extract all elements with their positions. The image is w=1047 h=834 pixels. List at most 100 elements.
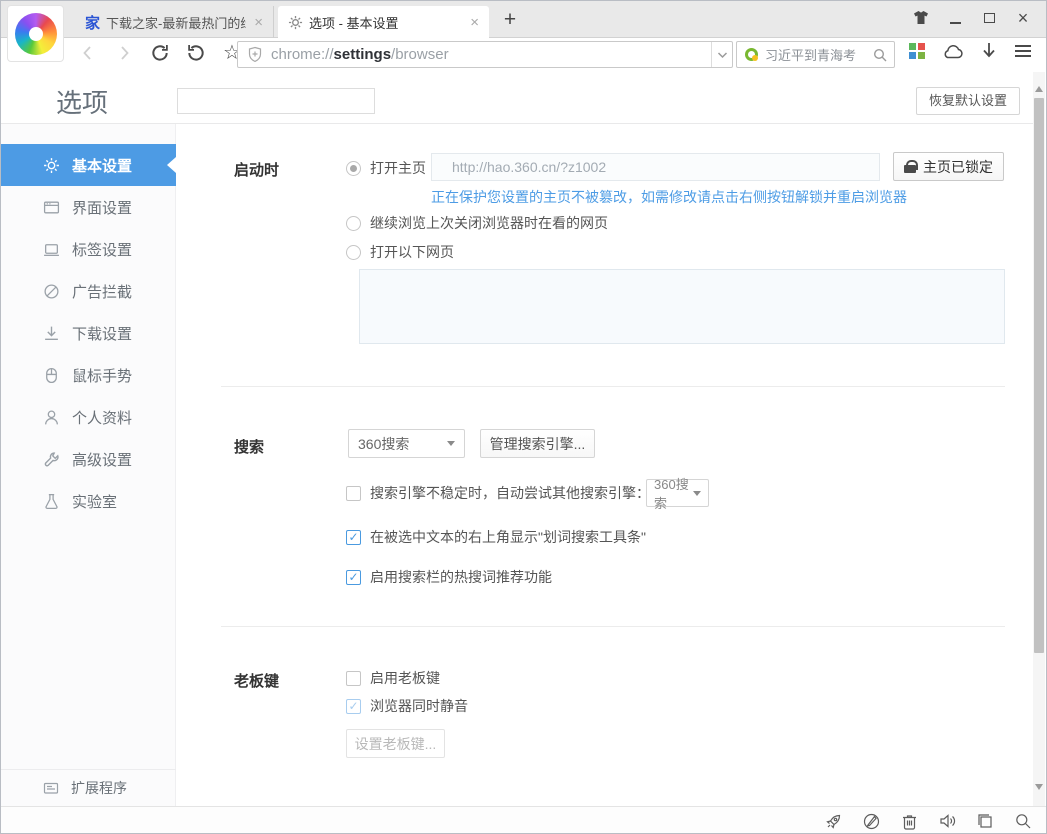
sidebar-item-mouse[interactable]: 鼠标手势 [1,354,176,396]
zoom-icon[interactable] [1014,812,1032,830]
homepage-url-input[interactable] [431,153,880,181]
tab-downza[interactable]: 家 下载之家-最新最热门的绿色软件 × [75,6,274,38]
radio-icon[interactable] [346,245,361,260]
section-divider [221,386,1005,387]
undo-icon[interactable] [185,42,207,64]
tab-close-icon[interactable]: × [252,14,265,31]
download-icon[interactable] [981,42,997,60]
checkbox-selection-toolbar[interactable]: ✓ 在被选中文本的右上角显示"划词搜索工具条" [346,526,646,548]
url-dropdown-icon[interactable] [711,42,732,67]
tab-close-icon[interactable]: × [468,14,481,31]
speaker-icon[interactable] [938,812,956,830]
radio-open-pages[interactable]: 打开以下网页 [346,241,454,263]
checkbox-mute-browser[interactable]: ✓ 浏览器同时静音 [346,695,468,717]
startup-pages-textarea[interactable] [359,269,1005,344]
new-tab-button[interactable]: + [498,9,522,33]
radio-icon[interactable] [346,161,361,176]
forward-icon[interactable] [113,42,135,64]
windows-icon[interactable] [976,812,994,830]
search-box[interactable]: 习近平到青海考 [736,41,895,68]
minimize-button[interactable] [946,9,964,27]
scrollbar[interactable] [1033,72,1045,806]
homepage-locked-button[interactable]: 主页已锁定 [893,152,1004,181]
so-360-logo-icon [745,48,758,61]
menu-icon[interactable] [1014,44,1032,58]
back-icon[interactable] [77,42,99,64]
pinwheel-logo-icon [15,13,57,55]
radio-icon[interactable] [346,216,361,231]
checkbox-icon[interactable]: ✓ [346,699,361,714]
refresh-icon[interactable] [149,42,171,64]
search-section-label: 搜索 [234,436,264,457]
close-button[interactable]: × [1014,9,1032,27]
block-icon [43,283,60,300]
manage-search-engines-button[interactable]: 管理搜索引擎... [480,429,595,458]
sidebar-item-advanced[interactable]: 高级设置 [1,438,176,480]
restore-defaults-button[interactable]: 恢复默认设置 [916,87,1020,115]
set-bosskey-button[interactable]: 设置老板键... [346,729,445,758]
scroll-up-icon[interactable] [1035,82,1043,92]
sidebar-item-extensions[interactable]: 扩展程序 [1,770,176,806]
chevron-down-icon [447,441,455,450]
search-input[interactable]: 习近平到青海考 [765,45,866,64]
bosskey-section-label: 老板键 [234,670,279,691]
checkbox-icon[interactable] [346,671,361,686]
site-shield-icon[interactable] [247,46,263,63]
homepage-protect-notice: 正在保护您设置的主页不被篡改，如需修改请点击右侧按钮解锁并重启浏览器 [431,187,907,207]
rocket-icon[interactable] [824,812,842,830]
mouse-icon [43,367,60,384]
sidebar-item-basic[interactable]: 基本设置 [1,144,176,186]
reader-pen-icon[interactable] [862,812,880,830]
settings-sidebar: 基本设置 界面设置 标签设置 广告拦截 [1,124,176,806]
address-bar[interactable]: chrome://settings/browser [237,41,733,68]
sidebar-item-tabs[interactable]: 标签设置 [1,228,176,270]
sidebar-item-label: 实验室 [72,491,117,512]
sidebar-item-adblock[interactable]: 广告拦截 [1,270,176,312]
sidebar-item-label: 界面设置 [72,197,132,218]
checkbox-icon[interactable]: ✓ [346,570,361,585]
tab-strip: 家 下载之家-最新最热门的绿色软件 × 选项 - 基本设置 × + × [1,1,1046,38]
tab-settings[interactable]: 选项 - 基本设置 × [278,6,489,38]
sidebar-item-label: 基本设置 [72,155,132,176]
scroll-down-icon[interactable] [1035,784,1043,794]
sidebar-item-label: 扩展程序 [71,778,127,798]
apps-grid-icon[interactable] [909,43,925,59]
checkbox-icon[interactable] [346,486,361,501]
download-arrow-icon [43,325,60,342]
extensions-icon [43,780,59,796]
sidebar-item-download[interactable]: 下载设置 [1,312,176,354]
checkbox-icon[interactable]: ✓ [346,530,361,545]
scrollbar-thumb[interactable] [1034,98,1044,653]
checkbox-fallback-engine[interactable]: 搜索引擎不稳定时，自动尝试其他搜索引擎： [346,479,650,507]
search-engine-select[interactable]: 360搜索 [348,429,465,458]
sidebar-item-label: 下载设置 [72,323,132,344]
browser-logo[interactable] [7,5,64,62]
page-title: 选项 [56,83,108,120]
url-text[interactable]: chrome://settings/browser [271,46,449,63]
theme-shirt-icon[interactable] [912,9,930,27]
person-icon [43,409,60,426]
tab-window-icon [43,241,60,258]
fallback-engine-select[interactable]: 360搜索 [646,479,709,507]
settings-search-input[interactable] [177,88,375,114]
wrench-icon [43,451,60,468]
tab-label: 下载之家-最新最热门的绿色软件 [106,13,246,32]
checkbox-enable-bosskey[interactable]: 启用老板键 [346,667,440,689]
checkbox-hotword-suggest[interactable]: ✓ 启用搜索栏的热搜词推荐功能 [346,566,552,588]
tab-label: 选项 - 基本设置 [309,13,462,32]
search-magnifier-icon[interactable] [873,48,887,62]
maximize-button[interactable] [980,9,998,27]
sidebar-item-interface[interactable]: 界面设置 [1,186,176,228]
sidebar-item-profile[interactable]: 个人资料 [1,396,176,438]
sidebar-item-labs[interactable]: 实验室 [1,480,176,522]
trash-icon[interactable] [900,812,918,830]
cloud-sync-icon[interactable] [942,43,964,59]
sidebar-item-label: 鼠标手势 [72,365,132,386]
sidebar-item-label: 标签设置 [72,239,132,260]
radio-continue-session[interactable]: 继续浏览上次关闭浏览器时在看的网页 [346,212,608,234]
window-icon [43,199,60,216]
sidebar-item-label: 个人资料 [72,407,132,428]
radio-open-homepage[interactable]: 打开主页 [346,157,426,179]
lock-icon [904,160,916,173]
browser-window: 家 下载之家-最新最热门的绿色软件 × 选项 - 基本设置 × + × [0,0,1047,834]
